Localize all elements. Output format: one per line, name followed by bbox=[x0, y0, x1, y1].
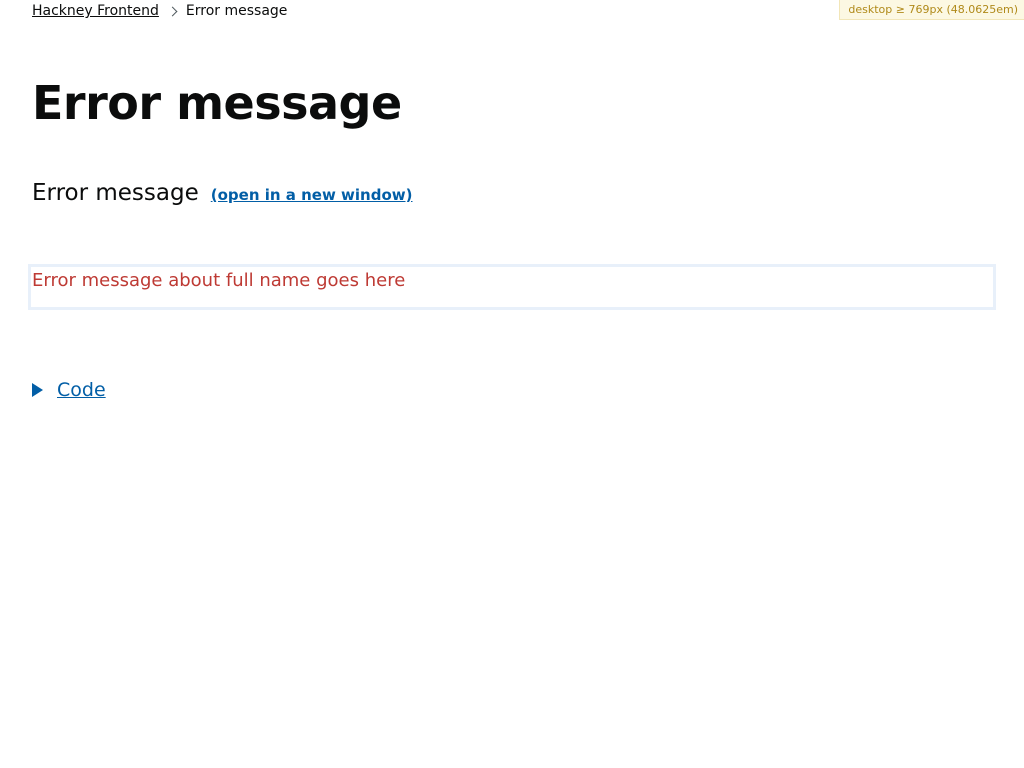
page-title: Error message bbox=[32, 76, 402, 130]
open-in-new-window-link[interactable]: (open in a new window) bbox=[211, 186, 413, 204]
code-details-toggle[interactable]: Code bbox=[32, 378, 106, 402]
code-summary-label[interactable]: Code bbox=[57, 378, 106, 402]
error-message: Error message about full name goes here bbox=[32, 270, 406, 291]
example-heading: Error message (open in a new window) bbox=[32, 178, 412, 208]
example-preview-frame: Error message about full name goes here bbox=[28, 264, 996, 310]
breadcrumb-current: Error message bbox=[185, 3, 288, 19]
triangle-right-icon bbox=[32, 383, 43, 397]
example-title: Error message bbox=[32, 180, 199, 206]
breadcrumb-link-home[interactable]: Hackney Frontend bbox=[32, 2, 159, 20]
chevron-right-icon bbox=[167, 6, 178, 16]
media-query-badge: desktop ≥ 769px (48.0625em) bbox=[839, 0, 1024, 20]
breadcrumb: Hackney Frontend Error message bbox=[32, 2, 287, 20]
page: desktop ≥ 769px (48.0625em) Hackney Fron… bbox=[0, 0, 1024, 768]
